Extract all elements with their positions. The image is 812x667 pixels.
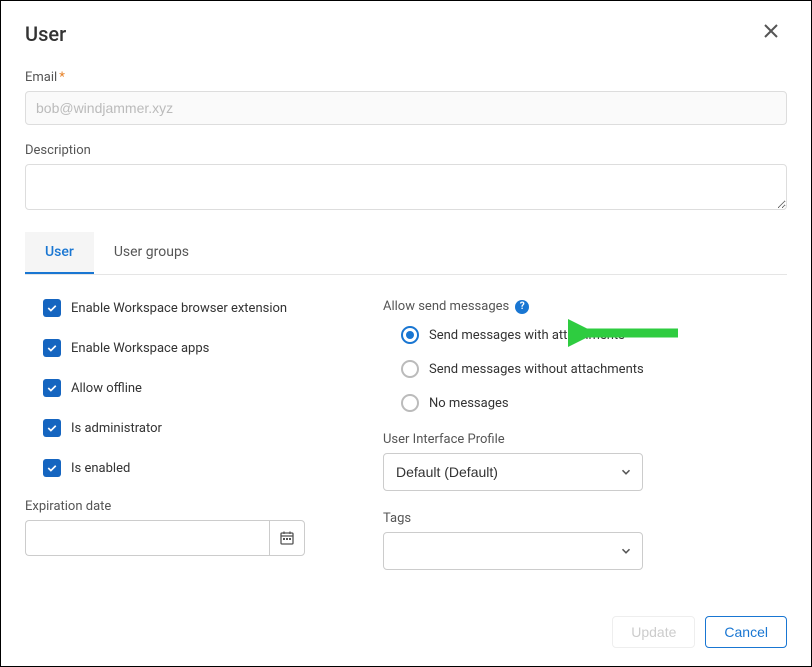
- ui-profile-select-wrap: Default (Default): [383, 453, 643, 491]
- date-picker-button[interactable]: [269, 520, 305, 556]
- email-label: Email*: [25, 70, 787, 85]
- radio-with-attachments[interactable]: Send messages with attachments: [401, 326, 779, 344]
- radio-label: Send messages with attachments: [429, 328, 625, 343]
- tags-label: Tags: [383, 511, 779, 526]
- required-star: *: [59, 70, 65, 85]
- expiration-label: Expiration date: [25, 499, 323, 514]
- expiration-field[interactable]: [25, 520, 269, 556]
- radio-without-attachments[interactable]: Send messages without attachments: [401, 360, 779, 378]
- ui-profile-group: User Interface Profile Default (Default): [383, 432, 779, 491]
- allow-send-radio-group: Send messages with attachments Send mess…: [383, 326, 779, 412]
- checkbox-label: Enable Workspace browser extension: [71, 301, 287, 316]
- radio-icon: [401, 360, 419, 378]
- checkbox-icon: [43, 419, 61, 437]
- tags-select[interactable]: [383, 532, 643, 570]
- email-field[interactable]: [25, 91, 787, 125]
- checkbox-enable-browser-ext[interactable]: Enable Workspace browser extension: [43, 299, 323, 317]
- checkbox-icon: [43, 299, 61, 317]
- ui-profile-select[interactable]: Default (Default): [383, 453, 643, 491]
- checkbox-icon: [43, 459, 61, 477]
- user-dialog: User Email* Description User User groups: [1, 1, 811, 666]
- dialog-header: User: [1, 1, 811, 60]
- checkbox-label: Is administrator: [71, 421, 162, 436]
- right-column: Allow send messages ? Send messages with…: [383, 299, 779, 590]
- checkbox-label: Enable Workspace apps: [71, 341, 209, 356]
- description-field[interactable]: [25, 164, 787, 210]
- dialog-title: User: [25, 22, 66, 46]
- checkbox-icon: [43, 339, 61, 357]
- radio-label: No messages: [429, 396, 509, 411]
- close-icon: [763, 23, 779, 39]
- tags-group: Tags: [383, 511, 779, 570]
- checkbox-icon: [43, 379, 61, 397]
- tab-user-groups[interactable]: User groups: [94, 232, 209, 274]
- dialog-body: Email* Description User User groups Enab…: [1, 60, 811, 602]
- calendar-icon: [279, 530, 295, 546]
- checkbox-is-admin[interactable]: Is administrator: [43, 419, 323, 437]
- radio-no-messages[interactable]: No messages: [401, 394, 779, 412]
- dialog-footer: Update Cancel: [1, 602, 811, 666]
- checkbox-enable-apps[interactable]: Enable Workspace apps: [43, 339, 323, 357]
- checkbox-label: Allow offline: [71, 381, 142, 396]
- ui-profile-label: User Interface Profile: [383, 432, 779, 447]
- radio-label: Send messages without attachments: [429, 362, 644, 377]
- checkbox-allow-offline[interactable]: Allow offline: [43, 379, 323, 397]
- help-icon[interactable]: ?: [515, 300, 529, 314]
- allow-send-group: Allow send messages ? Send messages with…: [383, 299, 779, 412]
- update-button[interactable]: Update: [612, 616, 695, 648]
- allow-send-label: Allow send messages ?: [383, 299, 779, 314]
- expiration-input-wrap: [25, 520, 305, 556]
- tab-user[interactable]: User: [25, 232, 94, 274]
- cancel-button[interactable]: Cancel: [705, 616, 787, 648]
- tab-content-user: Enable Workspace browser extension Enabl…: [25, 275, 787, 598]
- radio-icon: [401, 326, 419, 344]
- description-label: Description: [25, 143, 787, 158]
- expiration-group: Expiration date: [25, 499, 323, 556]
- checkbox-is-enabled[interactable]: Is enabled: [43, 459, 323, 477]
- tabs: User User groups: [25, 232, 787, 275]
- email-group: Email*: [25, 70, 787, 125]
- description-group: Description: [25, 143, 787, 214]
- left-column: Enable Workspace browser extension Enabl…: [43, 299, 323, 590]
- radio-icon: [401, 394, 419, 412]
- tags-select-wrap: [383, 532, 643, 570]
- close-button[interactable]: [755, 19, 787, 48]
- checkbox-label: Is enabled: [71, 461, 130, 476]
